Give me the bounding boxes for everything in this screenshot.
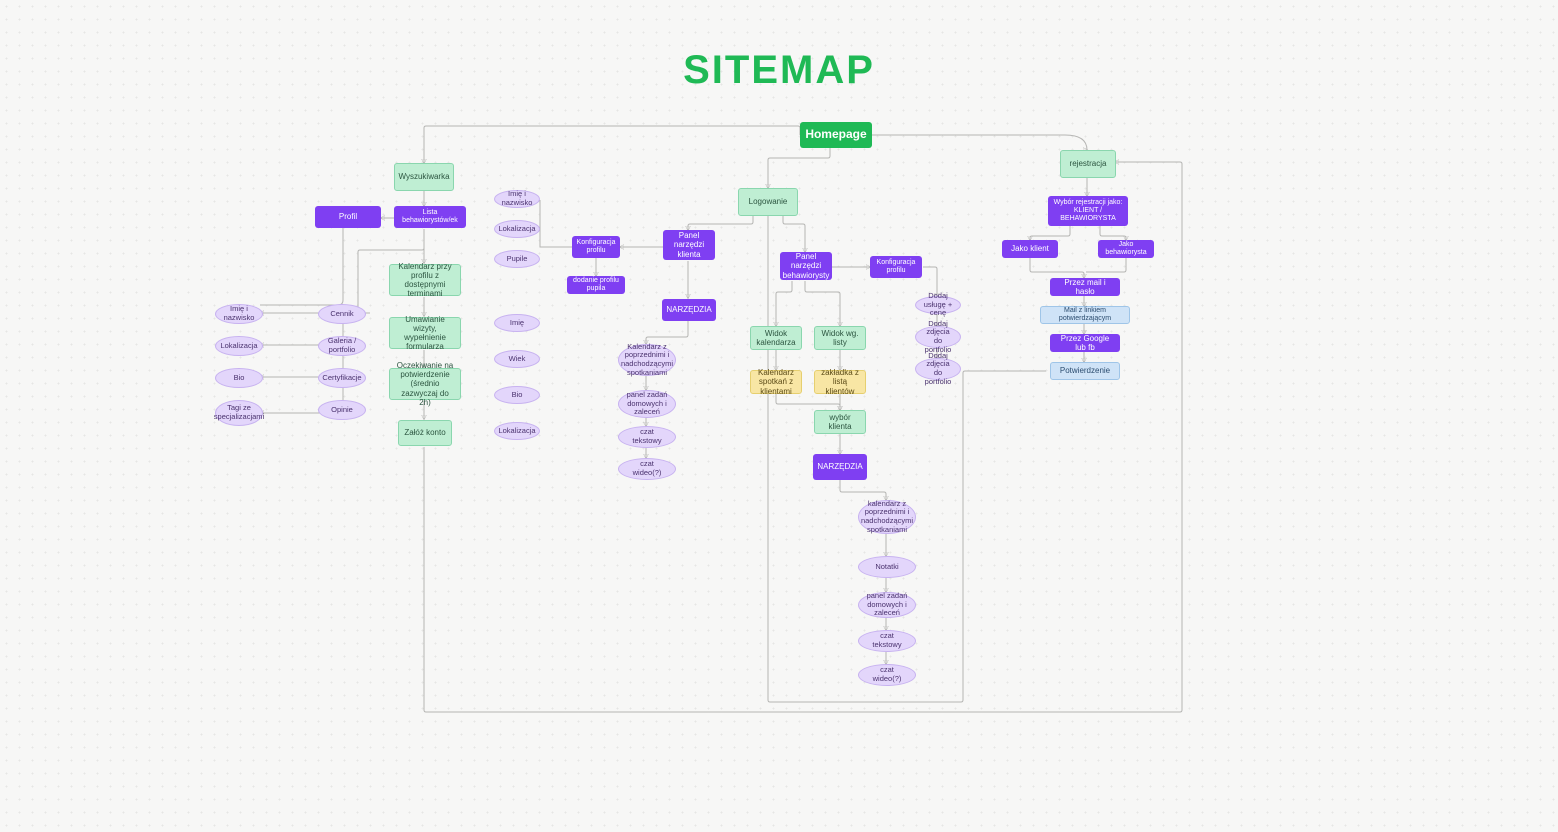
node-kalendarz-profil[interactable]: Kalendarz przy profilu z dostępnymi term… bbox=[389, 264, 461, 296]
node-wybor-klienta[interactable]: wybór klienta bbox=[814, 410, 866, 434]
node-panel-behawiorysty[interactable]: Panel narzędzi behawiorysty bbox=[780, 252, 832, 280]
node-umawianie[interactable]: Umawianie wizyty, wypełnienie formularza bbox=[389, 317, 461, 349]
node-wyszukiwarka[interactable]: Wyszukiwarka bbox=[394, 163, 454, 191]
oval-pup-imie: Imię bbox=[494, 314, 540, 332]
oval-tagi: Tagi ze specjalizacjami bbox=[215, 400, 263, 426]
oval-dodaj-portfolio1: Dodaj zdjęcia do portfolio bbox=[915, 326, 961, 348]
node-jako-klient[interactable]: Jako klient bbox=[1002, 240, 1058, 258]
node-mail-link[interactable]: Mail z linkiem potwierdzającym bbox=[1040, 306, 1130, 324]
node-wybor-rejestracji[interactable]: Wybór rejestracji jako: KLIENT / BEHAWIO… bbox=[1048, 196, 1128, 226]
node-profil[interactable]: Profil bbox=[315, 206, 381, 228]
oval-panel-zadan: panel zadań domowych i zaleceń bbox=[618, 390, 676, 418]
node-narzedzia-klient[interactable]: NARZĘDZIA bbox=[662, 299, 716, 321]
node-narzedzia-beh[interactable]: NARZĘDZIA bbox=[813, 454, 867, 480]
oval-bio: Bio bbox=[215, 368, 263, 388]
oval-konf-lok: Lokalizacja bbox=[494, 220, 540, 238]
node-widok-listy[interactable]: Widok wg. listy bbox=[814, 326, 866, 350]
oval-opinie: Opinie bbox=[318, 400, 366, 420]
node-rejestracja[interactable]: rejestracja bbox=[1060, 150, 1116, 178]
oval-kalendarz-spotkan: Kalendarz z poprzednimi i nadchodzącymi … bbox=[618, 344, 676, 376]
node-lista-behawiorystow[interactable]: Lista behawiorystów/ek bbox=[394, 206, 466, 228]
node-dodanie-pupila[interactable]: dodanie profilu pupila bbox=[567, 276, 625, 294]
node-homepage[interactable]: Homepage bbox=[800, 122, 872, 148]
node-widok-kalendarza[interactable]: Widok kalendarza bbox=[750, 326, 802, 350]
oval-konf-imie: Imię i nazwisko bbox=[494, 190, 540, 208]
oval-czat-tekstowy: czat tekstowy bbox=[618, 426, 676, 448]
node-logowanie[interactable]: Logowanie bbox=[738, 188, 798, 216]
oval-lokalizacja: Lokalizacja bbox=[215, 336, 263, 356]
node-przez-google[interactable]: Przez Google lub fb bbox=[1050, 334, 1120, 352]
oval-beh-czat-wideo: czat wideo(?) bbox=[858, 664, 916, 686]
node-przez-mail[interactable]: Przez mail i hasło bbox=[1050, 278, 1120, 296]
diagram-canvas[interactable]: SITEMAP bbox=[0, 0, 1558, 832]
node-zaloz-konto[interactable]: Załóż konto bbox=[398, 420, 452, 446]
oval-imie-nazwisko: Imię i nazwisko bbox=[215, 304, 263, 324]
oval-dodaj-portfolio2: Dodaj zdjęcia do portfolio bbox=[915, 358, 961, 380]
oval-pup-bio: Bio bbox=[494, 386, 540, 404]
oval-czat-wideo: czat wideo(?) bbox=[618, 458, 676, 480]
node-jako-behawiorysta[interactable]: Jako behawiorysta bbox=[1098, 240, 1154, 258]
oval-konf-pupile: Pupile bbox=[494, 250, 540, 268]
node-konfiguracja-klient[interactable]: Konfiguracja profilu bbox=[572, 236, 620, 258]
oval-pup-lok: Lokalizacja bbox=[494, 422, 540, 440]
node-panel-klienta[interactable]: Panel narzędzi klienta bbox=[663, 230, 715, 260]
diagram-title: SITEMAP bbox=[0, 48, 1558, 93]
oval-beh-czat-tekst: czat tekstowy bbox=[858, 630, 916, 652]
oval-dodaj-usluge: Dodaj usługę + cenę bbox=[915, 296, 961, 314]
node-konfiguracja-beh[interactable]: Konfiguracja profilu bbox=[870, 256, 922, 278]
oval-pup-wiek: Wiek bbox=[494, 350, 540, 368]
oval-beh-kalendarz: kalendarz z poprzednimi i nadchodzącymi … bbox=[858, 500, 916, 534]
node-kalendarz-spotkan-klient[interactable]: Kalendarz spotkań z klientami bbox=[750, 370, 802, 394]
oval-beh-panel-zadan: panel zadań domowych i zaleceń bbox=[858, 592, 916, 618]
oval-certyfikacje: Certyfikacje bbox=[318, 368, 366, 388]
node-potwierdzenie[interactable]: Potwierdzenie bbox=[1050, 362, 1120, 380]
node-oczekiwanie[interactable]: Oczekiwanie na potwierdzenie (średnio za… bbox=[389, 368, 461, 400]
oval-cennik: Cennik bbox=[318, 304, 366, 324]
node-zakladka-klientow[interactable]: zakładka z listą klientów bbox=[814, 370, 866, 394]
oval-galeria: Galeria / portfolio bbox=[318, 336, 366, 356]
oval-beh-notatki: Notatki bbox=[858, 556, 916, 578]
